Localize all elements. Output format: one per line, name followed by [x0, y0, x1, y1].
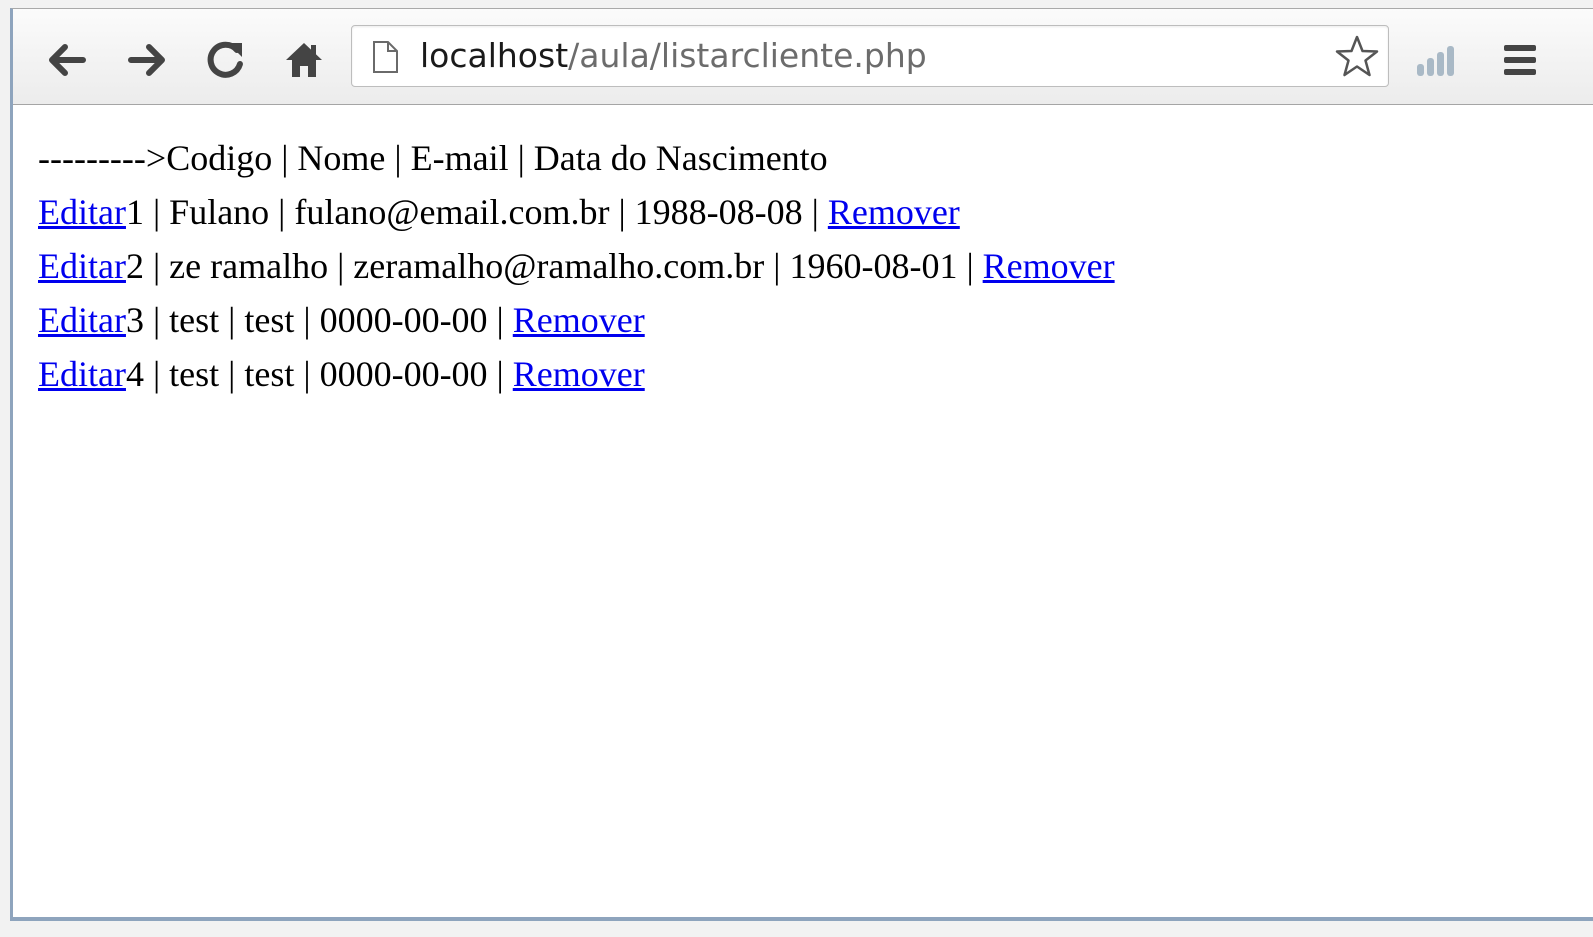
- menu-button[interactable]: [1495, 35, 1545, 85]
- page-content: --------->Codigo | Nome | E-mail | Data …: [38, 131, 1115, 401]
- list-header: --------->Codigo | Nome | E-mail | Data …: [38, 138, 828, 178]
- list-item: Editar2 | ze ramalho | zeramalho@ramalho…: [38, 239, 1115, 293]
- remove-link[interactable]: Remover: [513, 354, 645, 394]
- back-button[interactable]: [41, 35, 91, 85]
- row-text: 4 | test | test | 0000-00-00 |: [125, 354, 513, 394]
- list-item: Editar3 | test | test | 0000-00-00 | Rem…: [38, 293, 1115, 347]
- home-button[interactable]: [279, 35, 329, 85]
- home-icon: [286, 43, 322, 77]
- forward-button[interactable]: [123, 35, 173, 85]
- remove-link[interactable]: Remover: [983, 246, 1115, 286]
- browser-toolbar: localhost/aula/listarcliente.php: [13, 9, 1593, 105]
- row-text: 3 | test | test | 0000-00-00 |: [125, 300, 513, 340]
- bookmark-star-icon[interactable]: [1334, 34, 1380, 80]
- back-arrow-icon: [49, 44, 86, 76]
- edit-link[interactable]: Editar: [38, 300, 126, 340]
- edit-link[interactable]: Editar: [38, 246, 126, 286]
- extension-button[interactable]: [1411, 35, 1461, 85]
- list-item: Editar1 | Fulano | fulano@email.com.br |…: [38, 185, 1115, 239]
- list-item: Editar4 | test | test | 0000-00-00 | Rem…: [38, 347, 1115, 401]
- remove-link[interactable]: Remover: [828, 192, 960, 232]
- signal-bars-icon: [1417, 46, 1454, 76]
- remove-link[interactable]: Remover: [513, 300, 645, 340]
- browser-window: localhost/aula/listarcliente.php -------…: [10, 8, 1593, 921]
- edit-link[interactable]: Editar: [38, 192, 126, 232]
- reload-icon: [207, 41, 243, 78]
- url-path: /aula/listarcliente.php: [568, 36, 927, 75]
- forward-arrow-icon: [128, 44, 165, 76]
- url-text: localhost/aula/listarcliente.php: [420, 34, 927, 78]
- url-host: localhost: [420, 36, 569, 75]
- menu-icon: [1504, 45, 1536, 75]
- row-text: 2 | ze ramalho | zeramalho@ramalho.com.b…: [125, 246, 983, 286]
- edit-link[interactable]: Editar: [38, 354, 126, 394]
- address-bar[interactable]: localhost/aula/listarcliente.php: [351, 25, 1389, 87]
- reload-button[interactable]: [201, 35, 251, 85]
- row-text: 1 | Fulano | fulano@email.com.br | 1988-…: [125, 192, 828, 232]
- page-icon: [373, 41, 398, 73]
